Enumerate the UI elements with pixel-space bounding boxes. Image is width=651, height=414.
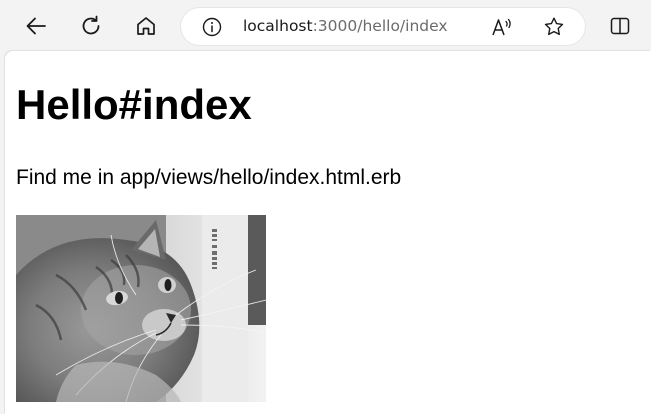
reload-button[interactable] xyxy=(74,9,108,43)
browser-toolbar: localhost:3000/hello/index xyxy=(0,0,651,52)
read-aloud-icon[interactable] xyxy=(489,15,515,39)
address-bar[interactable]: localhost:3000/hello/index xyxy=(181,8,585,45)
back-arrow-icon xyxy=(26,17,46,35)
cat-image xyxy=(16,215,266,402)
url-text[interactable]: localhost:3000/hello/index xyxy=(243,8,448,45)
info-icon[interactable] xyxy=(201,16,223,38)
page-content: Hello#index Find me in app/views/hello/i… xyxy=(5,51,651,414)
page-heading: Hello#index xyxy=(16,81,252,128)
split-screen-icon xyxy=(610,17,630,35)
back-button[interactable] xyxy=(19,9,53,43)
split-screen-button[interactable] xyxy=(603,9,637,43)
url-path: :3000/hello/index xyxy=(312,17,448,35)
home-icon xyxy=(137,17,155,35)
reload-icon xyxy=(82,15,100,35)
url-host: localhost xyxy=(243,17,313,35)
star-icon[interactable] xyxy=(541,14,567,40)
home-button[interactable] xyxy=(129,9,163,43)
page-body-text: Find me in app/views/hello/index.html.er… xyxy=(16,166,402,189)
